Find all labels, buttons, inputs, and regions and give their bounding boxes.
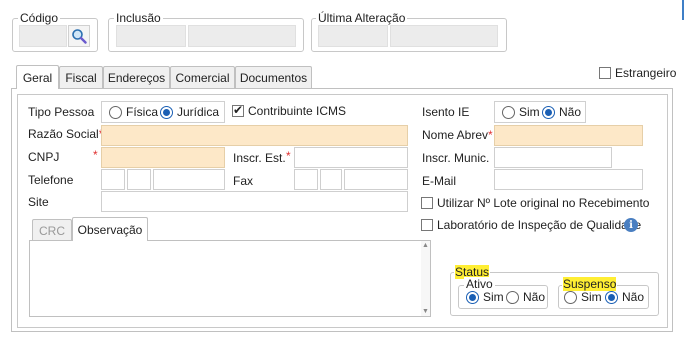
site-input[interactable]: [101, 191, 408, 212]
info-icon[interactable]: i: [624, 218, 638, 232]
ativo-sim-option[interactable]: Sim: [466, 290, 504, 304]
nome-abrev-input[interactable]: [494, 125, 643, 146]
razao-social-label: Razão Social*: [28, 127, 103, 141]
suspenso-nao-label: Não: [622, 290, 645, 304]
estrangeiro-checkbox[interactable]: Estrangeiro: [599, 66, 676, 80]
suspenso-sim-radio[interactable]: [564, 290, 577, 304]
isento-ie-sim-label: Sim: [519, 105, 540, 119]
contribuinte-icms-label: Contribuinte ICMS: [248, 104, 347, 118]
juridica-label: Jurídica: [177, 105, 220, 119]
isento-ie-label: Isento IE: [422, 105, 470, 119]
fax-ddi-input[interactable]: [294, 169, 318, 190]
ativo-label: Ativo: [464, 277, 495, 291]
codigo-field[interactable]: [19, 25, 67, 47]
fax-numero-input[interactable]: [344, 169, 408, 190]
laboratorio-label: Laboratório de Inspeção de Qualidade: [437, 218, 642, 232]
ativo-nao-radio[interactable]: [506, 290, 519, 304]
isento-ie-nao-radio[interactable]: [542, 105, 555, 119]
juridica-option[interactable]: Jurídica: [160, 105, 219, 119]
isento-ie-nao-label: Não: [559, 105, 582, 119]
laboratorio-checkbox[interactable]: Laboratório de Inspeção de Qualidade: [421, 218, 641, 232]
inscr-est-required-marker: *: [286, 149, 291, 163]
email-label: E-Mail: [422, 174, 457, 188]
ativo-nao-label: Não: [523, 290, 546, 304]
inclusao-field-2: [188, 25, 296, 47]
codigo-label: Código: [18, 11, 61, 25]
fisica-radio[interactable]: [109, 105, 122, 119]
isento-ie-nao-option[interactable]: Não: [542, 105, 581, 119]
estrangeiro-check[interactable]: [599, 67, 611, 79]
utilizar-lote-checkbox[interactable]: Utilizar Nº Lote original no Recebimento: [421, 196, 649, 210]
ultima-alteracao-field-1: [318, 25, 388, 47]
isento-ie-sim-radio[interactable]: [502, 105, 515, 119]
suspenso-sim-option[interactable]: Sim: [564, 290, 602, 304]
inclusao-field-1: [116, 25, 186, 47]
utilizar-lote-label: Utilizar Nº Lote original no Recebimento: [437, 196, 650, 210]
telefone-label: Telefone: [28, 173, 74, 187]
tipo-pessoa-label: Tipo Pessoa: [28, 105, 95, 119]
suspenso-sim-label: Sim: [581, 290, 602, 304]
inclusao-label: Inclusão: [114, 11, 163, 25]
isento-ie-sim-option[interactable]: Sim: [502, 105, 540, 119]
nome-abrev-label: Nome Abrev*: [422, 128, 493, 142]
ativo-nao-option[interactable]: Não: [506, 290, 545, 304]
tab-geral[interactable]: Geral: [16, 65, 59, 89]
suspenso-nao-option[interactable]: Não: [605, 290, 644, 304]
cnpj-input[interactable]: [101, 147, 225, 168]
tab-enderecos[interactable]: Endereços: [103, 66, 170, 88]
suspenso-nao-radio[interactable]: [605, 290, 618, 304]
utilizar-lote-check[interactable]: [421, 197, 433, 209]
search-button[interactable]: [68, 25, 90, 47]
tab-fiscal[interactable]: Fiscal: [59, 66, 103, 88]
juridica-radio[interactable]: [160, 105, 173, 119]
contribuinte-icms-checkbox[interactable]: Contribuinte ICMS: [232, 103, 347, 118]
site-label: Site: [28, 195, 49, 209]
fax-label: Fax: [233, 174, 254, 188]
tab-comercial[interactable]: Comercial: [170, 66, 235, 88]
razao-social-input[interactable]: [101, 125, 408, 146]
inscr-est-input[interactable]: [294, 147, 408, 168]
inscr-munic-label: Inscr. Munic.: [422, 151, 490, 165]
tab-documentos[interactable]: Documentos: [235, 66, 312, 88]
laboratorio-check[interactable]: [421, 219, 433, 231]
cnpj-label: CNPJ: [28, 150, 60, 164]
tab-crc[interactable]: CRC: [32, 219, 72, 241]
inscr-munic-input[interactable]: [494, 147, 612, 168]
suspenso-label: Suspenso: [562, 277, 618, 291]
telefone-ddi-input[interactable]: [101, 169, 125, 190]
fax-ddd-input[interactable]: [320, 169, 342, 190]
telefone-ddd-input[interactable]: [127, 169, 151, 190]
ativo-sim-radio[interactable]: [466, 290, 479, 304]
fisica-label: Física: [126, 105, 159, 119]
search-icon: [72, 29, 87, 44]
tab-observacao[interactable]: Observação: [72, 217, 148, 241]
email-input[interactable]: [494, 169, 643, 190]
telefone-numero-input[interactable]: [153, 169, 225, 190]
cnpj-required-marker: *: [93, 148, 98, 162]
observacao-scrollbar[interactable]: ▲ ▼: [421, 241, 430, 316]
fisica-option[interactable]: Física: [109, 105, 158, 119]
observacao-textarea[interactable]: [29, 240, 431, 317]
inscr-est-label: Inscr. Est.: [233, 151, 286, 165]
estrangeiro-label: Estrangeiro: [615, 66, 677, 80]
contribuinte-icms-check[interactable]: [232, 103, 244, 117]
ativo-sim-label: Sim: [483, 290, 504, 304]
ultima-alteracao-field-2: [390, 25, 498, 47]
ultima-alteracao-label: Última Alteração: [316, 11, 408, 25]
